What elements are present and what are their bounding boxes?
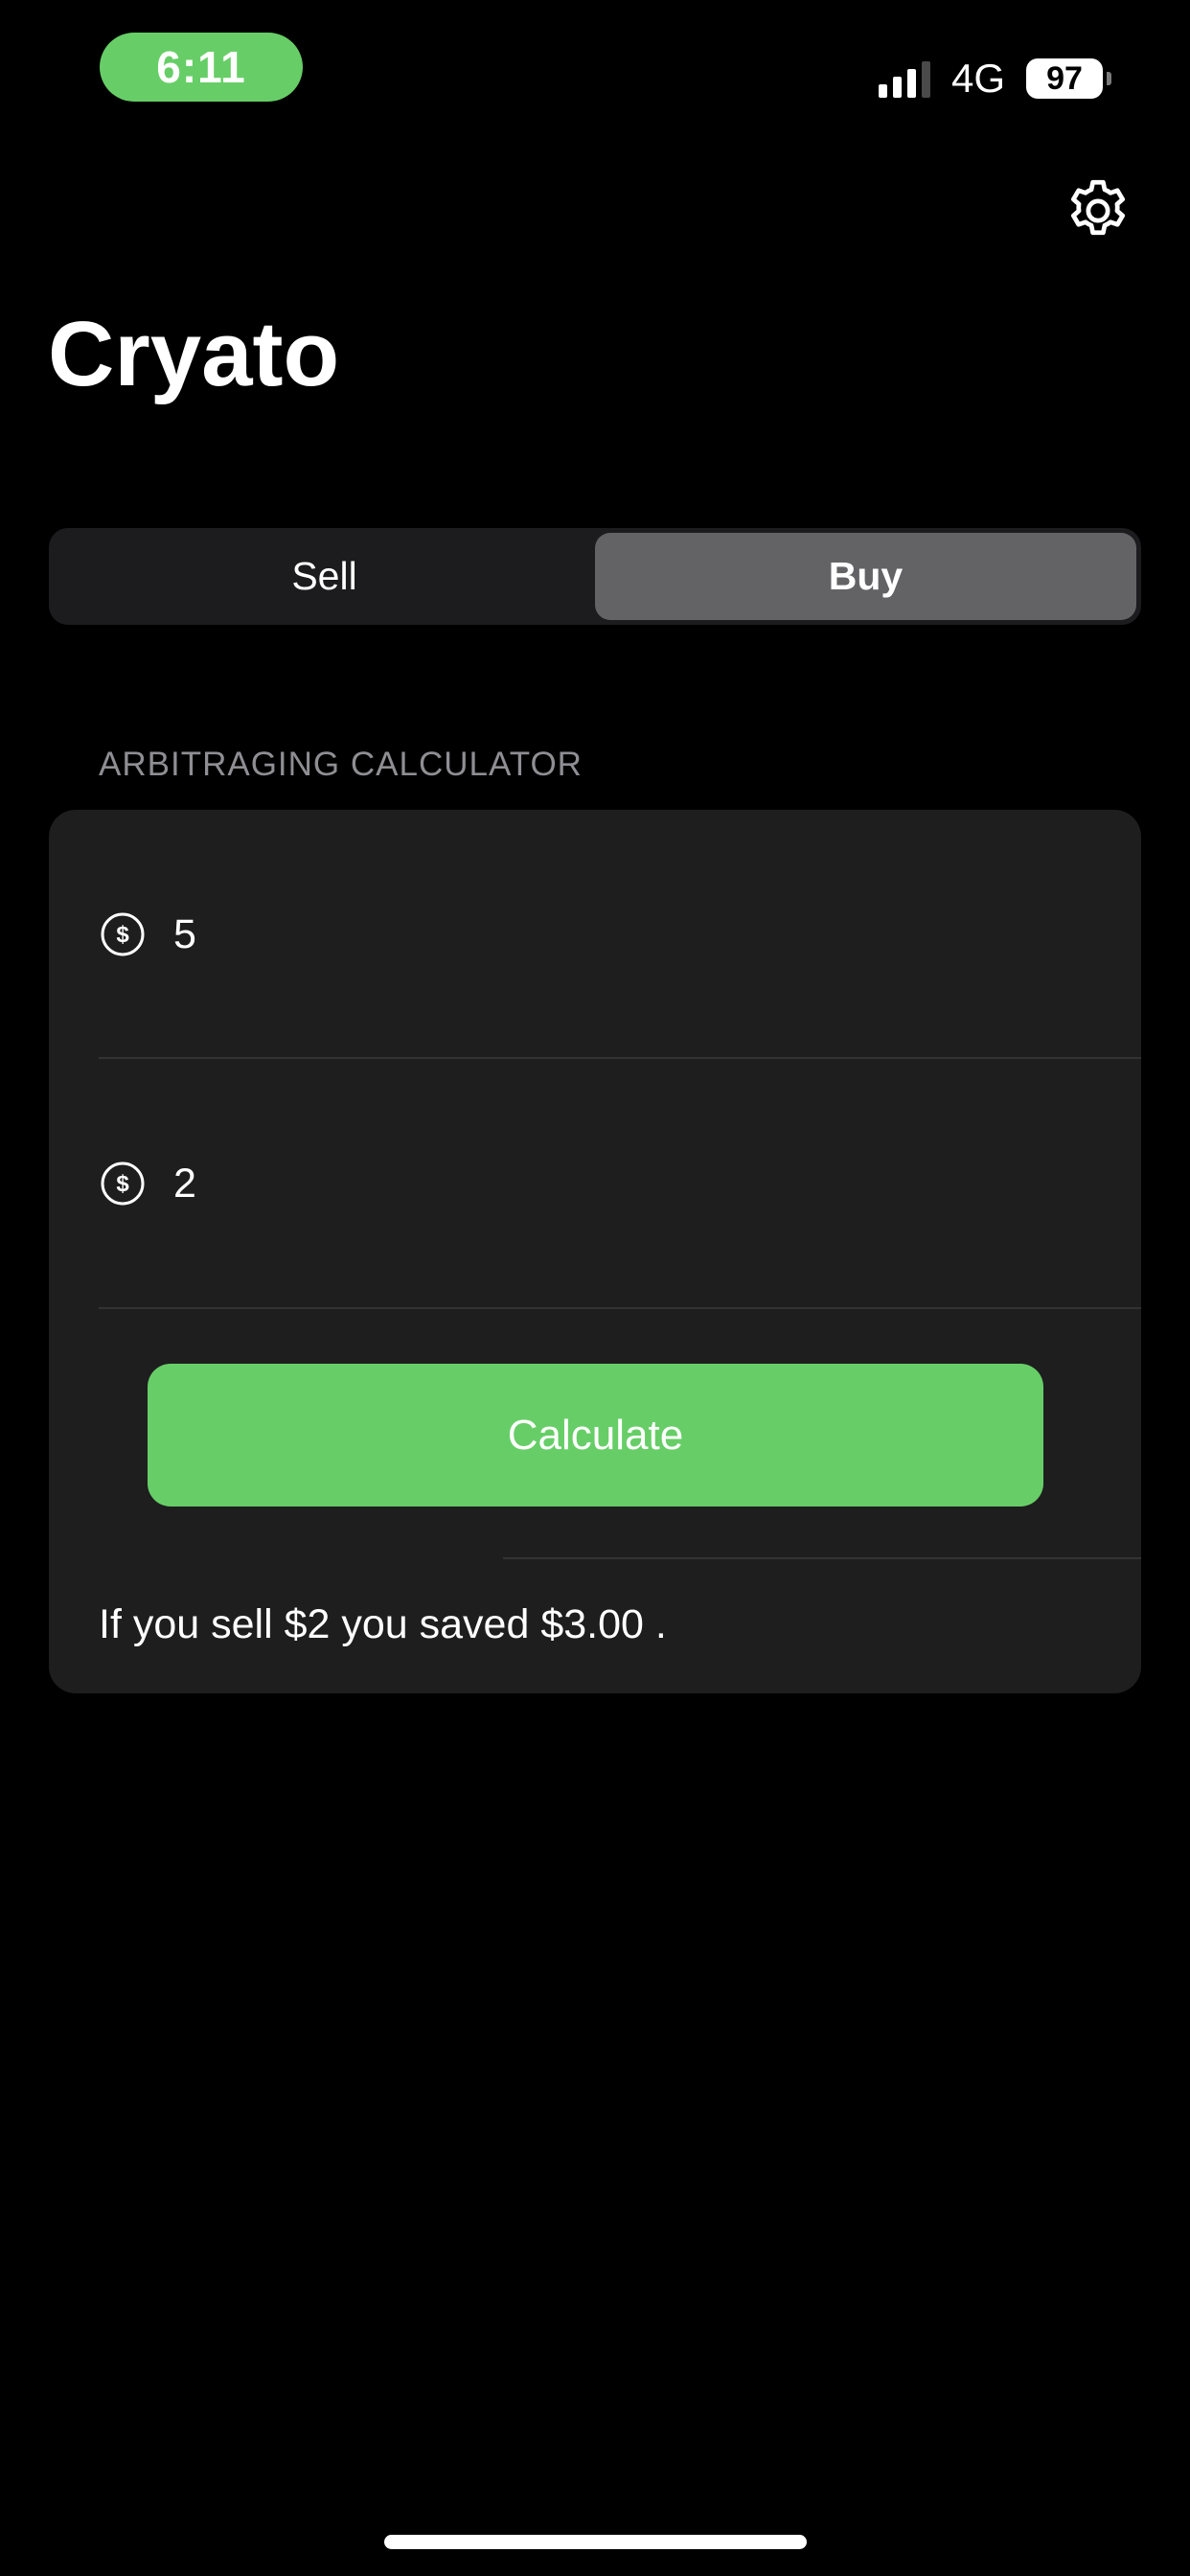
divider [503, 1557, 1141, 1559]
settings-button[interactable] [1062, 174, 1134, 247]
svg-text:$: $ [116, 922, 129, 948]
first-amount-field[interactable] [173, 906, 1112, 963]
battery-icon: 97 [1026, 58, 1111, 99]
calculator-card: $ $ Calculate If you sell $2 you saved $… [49, 810, 1141, 1693]
calculate-button[interactable]: Calculate [148, 1364, 1043, 1506]
svg-text:$: $ [116, 1171, 129, 1197]
network-type: 4G [950, 56, 1005, 101]
segment-buy[interactable]: Buy [595, 533, 1136, 620]
result-text: If you sell $2 you saved $3.00 . [99, 1601, 667, 1647]
cellular-signal-icon [878, 59, 930, 98]
status-indicators: 4G 97 [878, 52, 1111, 105]
status-time: 6:11 [100, 33, 303, 102]
sell-buy-segmented-control: Sell Buy [49, 528, 1141, 625]
segment-sell[interactable]: Sell [54, 533, 595, 620]
second-amount-field[interactable] [173, 1155, 1112, 1212]
page-title: Cryato [48, 303, 340, 405]
dollar-circle-icon: $ [101, 912, 145, 956]
divider [99, 1307, 1141, 1309]
amount-input-row: $ [49, 1059, 1141, 1308]
dollar-circle-icon: $ [101, 1162, 145, 1206]
amount-input-row: $ [49, 810, 1141, 1059]
home-indicator[interactable] [384, 2535, 807, 2549]
section-header: ARBITRAGING CALCULATOR [99, 746, 583, 783]
battery-level: 97 [1026, 58, 1103, 99]
gear-icon [1070, 179, 1126, 236]
